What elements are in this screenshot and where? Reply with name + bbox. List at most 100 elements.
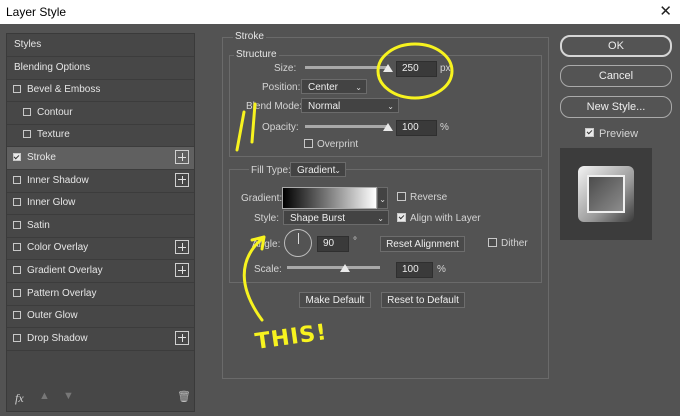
style-checkbox[interactable] [23, 107, 31, 116]
opacity-slider-handle[interactable] [383, 123, 393, 131]
style-checkbox[interactable] [13, 311, 21, 320]
style-item-label: Pattern Overlay [27, 287, 97, 299]
add-effect-icon[interactable] [175, 240, 189, 255]
overprint-label: Overprint [317, 139, 359, 150]
style-checkbox[interactable] [23, 130, 31, 139]
style-item-label: Bevel & Emboss [27, 84, 101, 96]
add-effect-icon[interactable] [175, 150, 189, 164]
style-item-texture[interactable]: Texture [7, 124, 194, 148]
style-item-inner-shadow[interactable]: Inner Shadow [7, 170, 194, 193]
reverse-checkbox[interactable] [397, 192, 406, 201]
blend-mode-dropdown[interactable]: Normal ⌄ [301, 98, 399, 113]
trash-icon[interactable]: 🗑 [177, 390, 191, 403]
style-item-bevel-emboss[interactable]: Bevel & Emboss [7, 79, 194, 103]
style-checkbox[interactable] [13, 220, 21, 229]
scale-slider-handle[interactable] [340, 264, 350, 272]
style-item-satin[interactable]: Satin [7, 215, 194, 238]
preview-inner [587, 175, 625, 213]
make-default-button[interactable]: Make Default [299, 292, 371, 308]
chevron-down-icon: ⌄ [377, 214, 384, 223]
scale-slider[interactable] [287, 266, 380, 269]
style-dropdown[interactable]: Shape Burst ⌄ [283, 210, 389, 225]
style-checkbox[interactable] [13, 153, 21, 161]
opacity-slider[interactable] [305, 125, 389, 128]
position-dropdown[interactable]: Center ⌄ [301, 79, 367, 94]
reset-alignment-button[interactable]: Reset Alignment [380, 236, 465, 252]
style-checkbox[interactable] [13, 85, 21, 94]
angle-unit: ° [353, 236, 357, 247]
style-item-inner-glow[interactable]: Inner Glow [7, 192, 194, 216]
style-item-label: Inner Shadow [27, 174, 89, 186]
scale-label: Scale: [254, 264, 282, 275]
style-checkbox[interactable] [13, 243, 21, 252]
style-item-color-overlay[interactable]: Color Overlay [7, 237, 194, 261]
position-value: Center [308, 82, 339, 93]
new-style-button[interactable]: New Style... [560, 96, 672, 118]
size-slider-handle[interactable] [383, 64, 393, 72]
size-input[interactable]: 250 [396, 61, 437, 77]
blend-mode-value: Normal [308, 101, 341, 112]
add-effect-icon[interactable] [175, 263, 189, 277]
overprint-checkbox[interactable] [304, 139, 313, 148]
gradient-picker-button[interactable]: ⌄ [377, 187, 388, 209]
title-bar: Layer Style ✕ [0, 0, 680, 24]
style-item-label: Contour [37, 106, 73, 118]
size-slider[interactable] [305, 66, 389, 69]
gradient-swatch[interactable] [282, 187, 377, 209]
style-checkbox[interactable] [13, 288, 21, 297]
dither-checkbox[interactable] [488, 238, 497, 247]
ok-button[interactable]: OK [560, 35, 672, 57]
style-label: Style: [254, 213, 280, 224]
window-title: Layer Style [6, 5, 67, 19]
angle-dial[interactable] [284, 229, 312, 257]
size-label: Size: [274, 63, 297, 74]
style-item-blending-options[interactable]: Blending Options [7, 57, 194, 80]
style-checkbox[interactable] [13, 198, 21, 207]
style-item-label: Texture [37, 129, 70, 141]
style-item-gradient-overlay[interactable]: Gradient Overlay [7, 260, 194, 283]
structure-title: Structure [234, 49, 279, 60]
style-item-outer-glow[interactable]: Outer Glow [7, 305, 194, 329]
style-checkbox[interactable] [13, 175, 21, 184]
scale-unit: % [437, 264, 446, 275]
style-checkbox[interactable] [13, 266, 21, 274]
scale-input[interactable]: 100 [396, 262, 433, 278]
style-item-label: Stroke [27, 152, 56, 163]
style-item-drop-shadow[interactable]: Drop Shadow [7, 328, 194, 351]
chevron-down-icon: ⌄ [334, 166, 341, 175]
style-item-pattern-overlay[interactable]: Pattern Overlay [7, 283, 194, 306]
style-item-stroke[interactable]: Stroke [7, 147, 194, 170]
add-effect-icon[interactable] [175, 172, 189, 187]
reset-to-default-button[interactable]: Reset to Default [381, 292, 465, 308]
opacity-input[interactable]: 100 [396, 120, 437, 136]
angle-input[interactable]: 90 [317, 236, 349, 252]
blend-mode-label: Blend Mode: [246, 101, 303, 112]
preview-thumbnail [560, 148, 652, 240]
fill-type-value: Gradient [297, 165, 336, 176]
fill-type-dropdown[interactable]: Gradient ⌄ [290, 162, 346, 177]
styles-list: Styles Blending Options Bevel & Emboss Cont… [6, 33, 195, 412]
preview-checkbox[interactable] [585, 128, 594, 137]
arrow-up-icon[interactable]: ▲ [39, 390, 50, 402]
style-value: Shape Burst [290, 213, 346, 224]
opacity-label: Opacity: [262, 122, 299, 133]
style-checkbox[interactable] [13, 333, 21, 342]
style-item-label: Styles [14, 39, 42, 50]
cancel-button[interactable]: Cancel [560, 65, 672, 87]
align-with-layer-checkbox[interactable] [397, 213, 406, 222]
position-label: Position: [262, 82, 301, 93]
style-item-label: Blending Options [14, 61, 91, 73]
close-icon[interactable]: ✕ [659, 2, 672, 20]
fx-icon[interactable]: fx [15, 391, 24, 406]
style-item-styles[interactable]: Styles [7, 34, 194, 57]
reverse-label: Reverse [410, 192, 448, 203]
fill-type-label: Fill Type: [249, 165, 293, 176]
arrow-down-icon[interactable]: ▼ [63, 390, 74, 402]
dither-label: Dither [501, 238, 528, 249]
add-effect-icon[interactable] [175, 330, 189, 345]
size-unit: px [440, 63, 451, 74]
style-item-contour[interactable]: Contour [7, 102, 194, 125]
opacity-unit: % [440, 122, 449, 133]
style-item-label: Satin [27, 219, 50, 231]
preview-label: Preview [599, 128, 639, 140]
